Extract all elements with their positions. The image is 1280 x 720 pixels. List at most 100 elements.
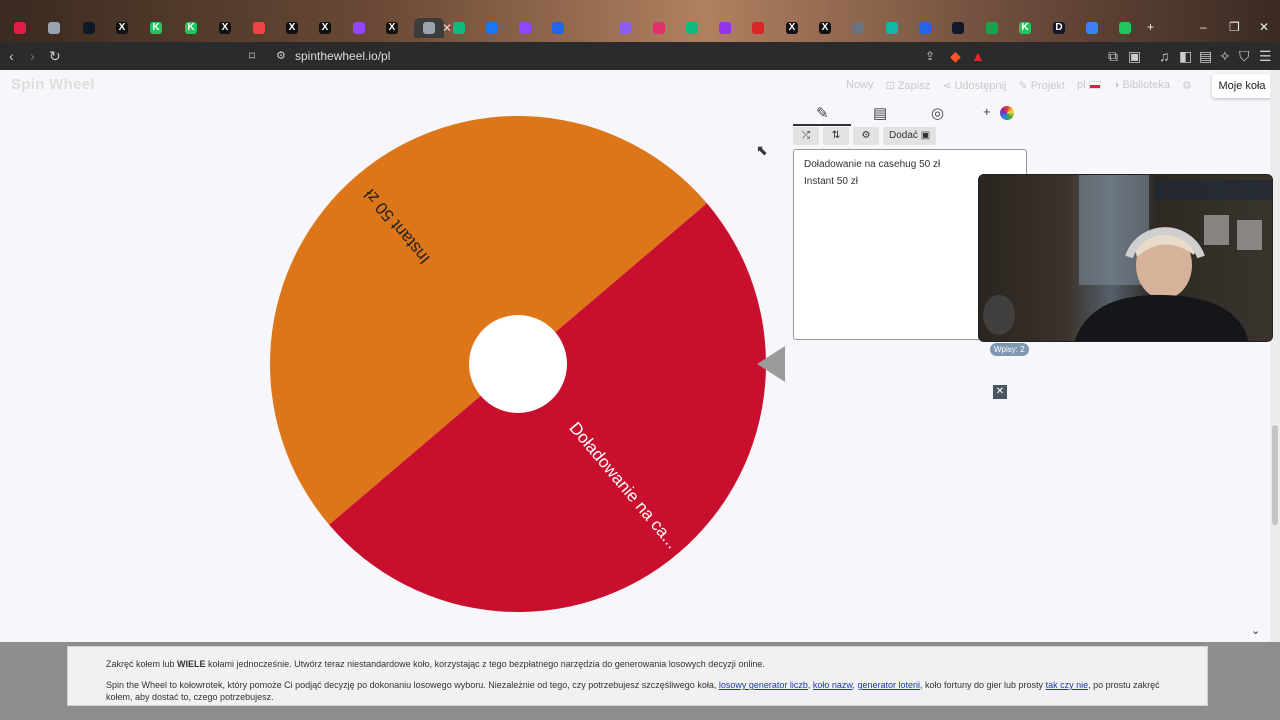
reload-icon[interactable]: ↻ [49,48,61,64]
my-wheels-button[interactable]: Moje koła [1212,74,1270,98]
close-ad-button[interactable]: ✕ [993,385,1007,399]
scrollbar-thumb[interactable] [1272,425,1278,525]
address-bar[interactable]: spinthewheel.io/pl [295,49,390,63]
tab-favicon-x-icon: X [819,22,831,34]
entry-line[interactable]: Doładowanie na casehug 50 zł [804,156,1016,173]
browser-tab[interactable] [42,18,66,38]
tab-favicon-x-icon: X [116,22,128,34]
library-icon: ◑ [1112,79,1123,91]
browser-tab[interactable]: D [1047,18,1071,38]
results-tab-clipboard-icon[interactable]: ▤ [873,104,887,122]
vpn-icon[interactable]: ✧ [1219,48,1231,64]
language-select[interactable]: pl [1077,79,1101,92]
lottery-generator-link[interactable]: generator loterii [857,680,920,690]
close-window-button[interactable]: ✕ [1259,20,1269,34]
tab-favicon-feather-icon [619,22,631,34]
sidebar-icon[interactable]: ◧ [1179,48,1192,64]
browser-tab[interactable]: K [144,18,168,38]
browser-tab[interactable] [680,18,704,38]
browser-tab-strip: X K K X X X X ✕ X X K D [0,0,1280,42]
browser-tab[interactable]: K [179,18,203,38]
browser-tab[interactable] [647,18,671,38]
maximize-button[interactable]: ❐ [1229,20,1240,34]
yes-or-no-link[interactable]: tak czy nie [1046,680,1089,690]
advanced-settings-button[interactable]: ⚙ [853,127,879,145]
add-wheel-plus-icon[interactable]: + [983,104,991,119]
browser-tab[interactable] [480,18,504,38]
browser-tab[interactable] [247,18,271,38]
tab-favicon-purple-icon [719,22,731,34]
browser-tab[interactable]: X [813,18,837,38]
browser-tab[interactable]: X [780,18,804,38]
browser-tab[interactable] [613,18,637,38]
tab-favicon-instagram-icon [653,22,665,34]
top-menu: Nowy ⊡ Zapisz ⋖ Udostępnij ✎ Projekt pl … [846,79,1192,92]
browser-tab[interactable] [713,18,737,38]
library-link[interactable]: ◑ Biblioteka [1113,79,1170,92]
page-scrollbar[interactable] [1270,70,1280,642]
browser-tab[interactable] [1113,18,1137,38]
browser-tab[interactable] [347,18,371,38]
chevron-down-icon[interactable]: ⌄ [1251,624,1260,637]
brave-rewards-icon[interactable]: ▲ [971,48,985,64]
hide-tab-eye-off-icon[interactable]: ◎ [931,104,944,122]
browser-tab[interactable]: X [380,18,404,38]
wheel-center-hole[interactable] [469,315,567,413]
browser-tab[interactable] [1080,18,1104,38]
browser-tab[interactable]: X [110,18,134,38]
name-wheel-link[interactable]: koło nazw [813,680,853,690]
share-icon[interactable]: ⇪ [925,48,935,64]
browser-tab[interactable] [77,18,101,38]
random-number-generator-link[interactable]: losowy generator liczb [719,680,808,690]
menu-icon[interactable]: ☰ [1259,48,1272,64]
browser-tab[interactable]: ✕ [414,18,452,38]
back-icon[interactable]: ‹ [9,48,14,64]
bookmark-icon[interactable]: ⌑ [249,48,255,64]
shuffle-icon: ⤮ [802,130,810,141]
sort-button[interactable]: ⇅ [823,127,849,145]
browser-tab[interactable] [946,18,970,38]
browser-tab[interactable]: X [213,18,237,38]
browser-tab[interactable] [846,18,870,38]
webcam-overlay [978,174,1273,342]
mouse-cursor-icon: ⬉ [756,142,768,158]
tab-favicon-k-icon: K [1019,22,1031,34]
add-image-button[interactable]: Dodać ▣ [883,127,937,145]
site-settings-icon[interactable]: ⚙ [276,48,286,64]
save-link[interactable]: ⊡ Zapisz [886,79,931,92]
save-icon: ⊡ [885,80,898,92]
browser-tab[interactable] [880,18,904,38]
info-paragraph-2: Spin the Wheel to kołowrotek, który pomo… [106,680,1160,702]
tab-favicon-twitch-icon [353,22,365,34]
wallet-icon[interactable]: ▤ [1199,48,1212,64]
screenshot-icon[interactable]: ▣ [1128,48,1141,64]
browser-tab[interactable] [546,18,570,38]
extensions-icon[interactable]: ⧉ [1108,48,1118,64]
share-link[interactable]: ⋖ Udostępnij [942,79,1006,92]
site-logo[interactable]: Spin Wheel [11,76,95,93]
new-wheel-link[interactable]: Nowy [846,79,874,92]
browser-tab[interactable] [913,18,937,38]
browser-tab[interactable]: K [1013,18,1037,38]
tab-favicon-youtube-icon [253,22,265,34]
browser-tab[interactable] [513,18,537,38]
shuffle-button[interactable]: ⤮ [793,127,819,145]
settings-icon[interactable]: ⚙ [1182,79,1192,92]
browser-tab[interactable] [447,18,471,38]
forward-icon[interactable]: › [30,48,35,64]
new-tab-button[interactable]: + [1147,20,1154,34]
minimize-button[interactable]: – [1200,20,1207,34]
shield-icon[interactable]: ⛉ [1239,48,1250,64]
spin-wheel[interactable]: Instant 50 zł Doładowanie na ca... [270,116,766,612]
brave-shield-icon[interactable]: ◆ [950,48,961,64]
browser-tab[interactable]: X [313,18,337,38]
tab-favicon-green-icon [986,22,998,34]
browser-tab[interactable]: X [280,18,304,38]
browser-tab[interactable] [746,18,770,38]
browser-tab[interactable] [8,18,32,38]
color-palette-icon[interactable] [1000,106,1014,120]
project-link[interactable]: ✎ Projekt [1018,79,1065,92]
edit-tab-pencil-icon[interactable]: ✎ [816,104,829,122]
browser-tab[interactable] [980,18,1004,38]
media-icon[interactable]: ♫ [1159,48,1170,64]
